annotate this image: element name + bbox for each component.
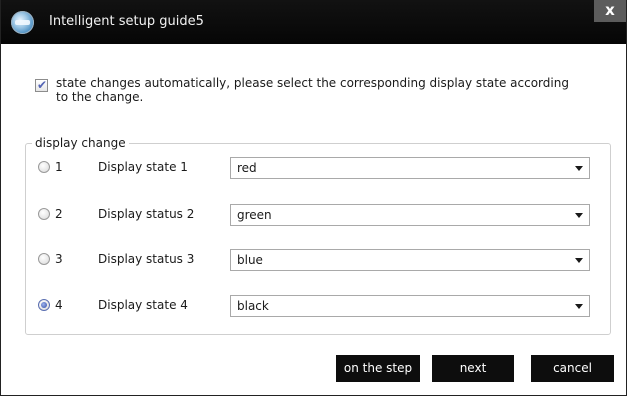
radio-4[interactable] bbox=[38, 299, 50, 311]
color-select-3[interactable]: blue bbox=[230, 249, 590, 271]
setup-wizard-window: Intelligent setup guide5 x ✔ state chang… bbox=[0, 0, 627, 396]
cancel-button[interactable]: cancel bbox=[531, 355, 614, 382]
select-value: red bbox=[237, 161, 257, 175]
radio-1[interactable] bbox=[38, 161, 50, 173]
radio-number: 2 bbox=[55, 207, 63, 221]
display-label: Display state 1 bbox=[98, 160, 188, 174]
dropdown-arrow-icon[interactable] bbox=[575, 258, 583, 263]
checkmark-icon: ✔ bbox=[37, 78, 48, 92]
previous-step-button[interactable]: on the step bbox=[336, 355, 420, 382]
radio-2[interactable] bbox=[38, 208, 50, 220]
display-row-2: 2 Display status 2 green bbox=[1, 204, 627, 226]
display-row-4: 4 Display state 4 black bbox=[1, 295, 627, 317]
group-legend: display change bbox=[32, 136, 129, 150]
dropdown-arrow-icon[interactable] bbox=[575, 213, 583, 218]
window-title: Intelligent setup guide5 bbox=[49, 14, 204, 29]
dropdown-arrow-icon[interactable] bbox=[575, 166, 583, 171]
select-value: blue bbox=[237, 253, 263, 267]
title-bar[interactable]: Intelligent setup guide5 x bbox=[1, 0, 626, 44]
select-value: black bbox=[237, 299, 269, 313]
radio-number: 3 bbox=[55, 252, 63, 266]
select-value: green bbox=[237, 208, 272, 222]
dropdown-arrow-icon[interactable] bbox=[575, 304, 583, 309]
color-select-4[interactable]: black bbox=[230, 295, 590, 317]
display-label: Display status 3 bbox=[98, 252, 195, 266]
display-row-3: 3 Display status 3 blue bbox=[1, 249, 627, 271]
radio-number: 4 bbox=[55, 298, 63, 312]
color-select-1[interactable]: red bbox=[230, 157, 590, 179]
app-globe-icon bbox=[11, 11, 34, 34]
auto-state-description: state changes automatically, please sele… bbox=[56, 76, 569, 104]
close-button[interactable]: x bbox=[594, 0, 626, 22]
display-row-1: 1 Display state 1 red bbox=[1, 157, 627, 179]
radio-number: 1 bbox=[55, 160, 63, 174]
radio-3[interactable] bbox=[38, 253, 50, 265]
color-select-2[interactable]: green bbox=[230, 204, 590, 226]
display-label: Display status 2 bbox=[98, 207, 195, 221]
display-label: Display state 4 bbox=[98, 298, 188, 312]
auto-state-checkbox[interactable]: ✔ bbox=[35, 78, 48, 92]
next-button[interactable]: next bbox=[432, 355, 514, 382]
